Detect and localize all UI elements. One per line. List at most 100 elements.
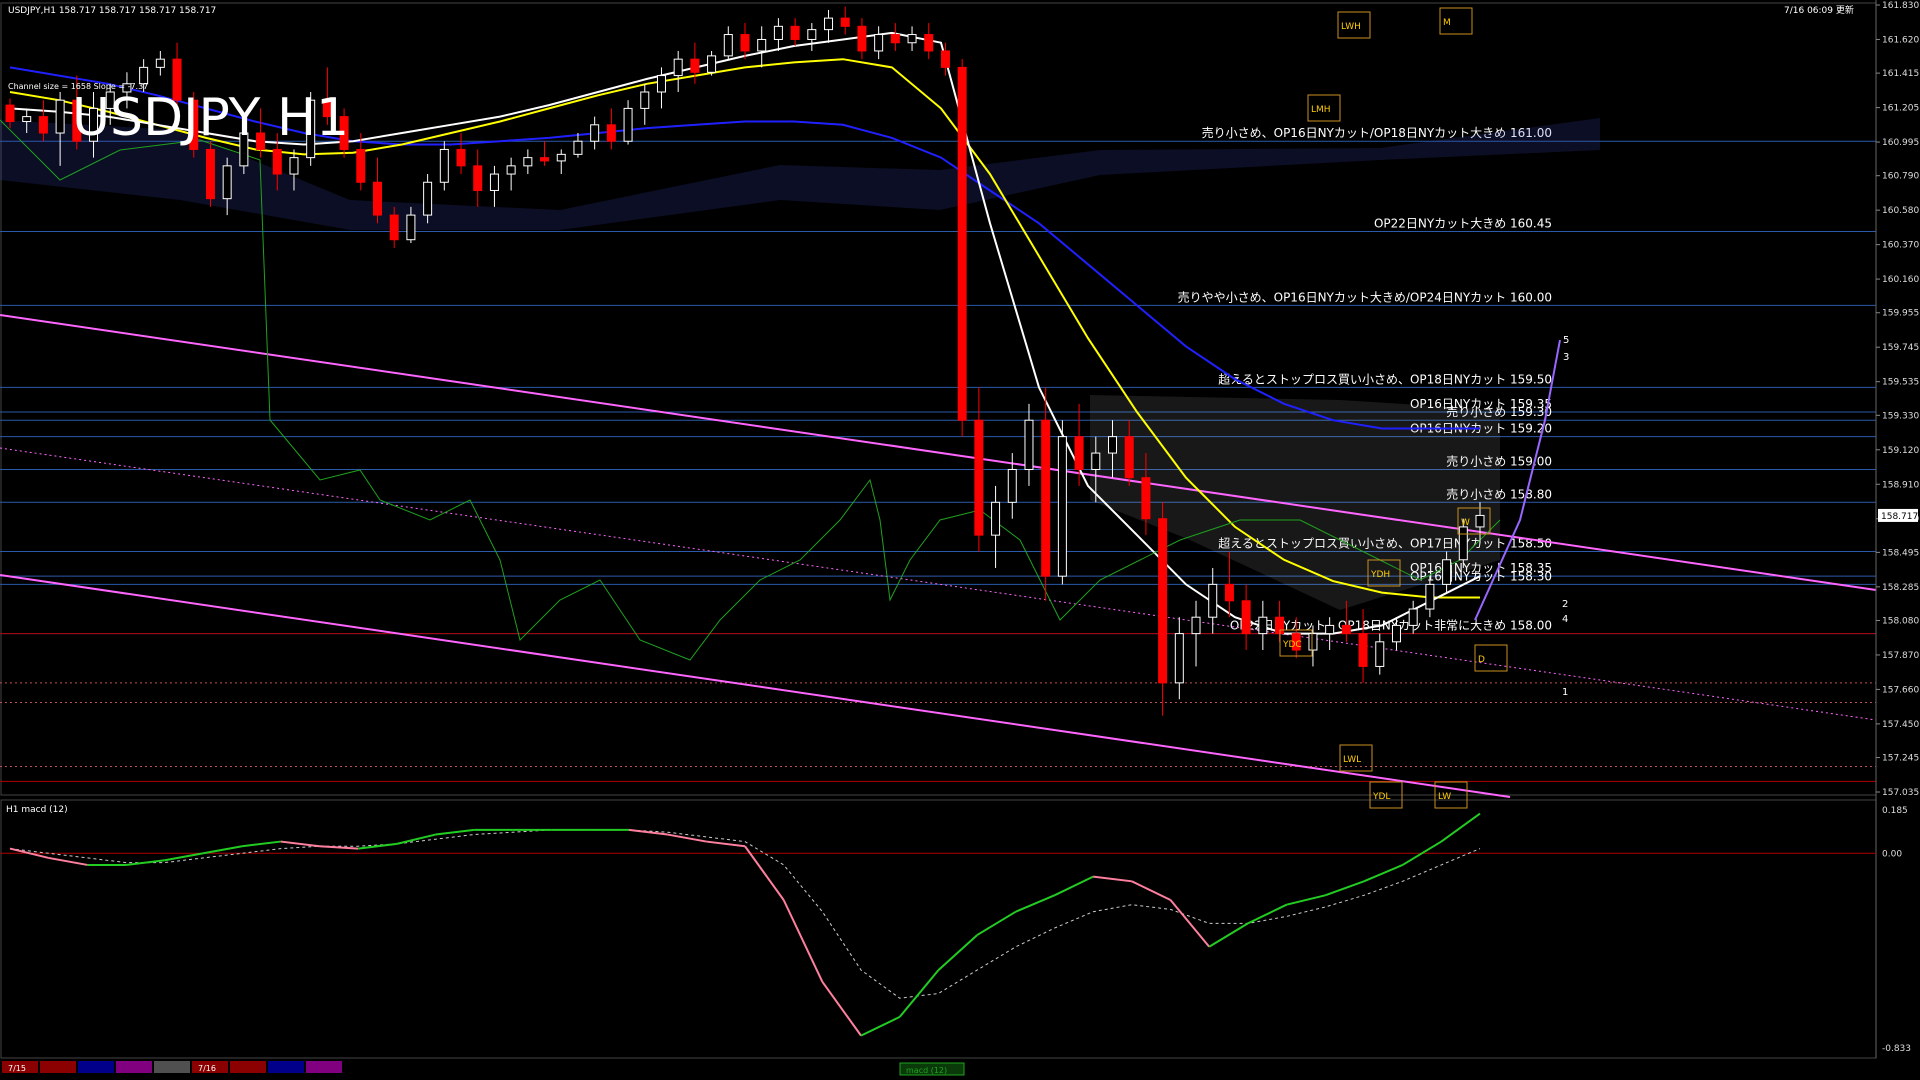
candle-body[interactable] (1174, 633, 1184, 684)
candle-body[interactable] (640, 91, 650, 109)
candle-body[interactable] (38, 116, 48, 134)
candle-body[interactable] (874, 34, 884, 52)
update-timestamp: 7/16 06:09 更新 (1784, 4, 1854, 16)
candle-body[interactable] (623, 107, 633, 142)
candle-body[interactable] (740, 34, 750, 52)
candle-body[interactable] (155, 58, 165, 68)
axis-tick-label: 159.535 (1882, 378, 1919, 388)
candle-body[interactable] (1108, 436, 1117, 454)
candle-body[interactable] (55, 99, 65, 134)
candle-body[interactable] (1141, 477, 1151, 520)
axis-tick-label: 161.415 (1882, 69, 1919, 79)
candle-body[interactable] (22, 116, 32, 123)
axis-tick-label: 157.450 (1882, 720, 1919, 730)
candle-body[interactable] (974, 419, 984, 536)
axis-tick-label: 158.080 (1882, 616, 1919, 626)
wave-label: 1 (1562, 687, 1568, 698)
candle-body[interactable] (1124, 436, 1134, 479)
wave-label: 2 (1562, 599, 1568, 610)
candle-body[interactable] (1325, 624, 1335, 635)
candle-body[interactable] (289, 157, 299, 175)
candle-body[interactable] (1375, 641, 1385, 667)
candle-body[interactable] (1091, 452, 1101, 470)
level-label: OP22日NYカット大きめ 160.45 (1374, 216, 1552, 230)
candle-body[interactable] (406, 214, 416, 241)
candle-body[interactable] (523, 157, 533, 167)
candle-body[interactable] (373, 181, 382, 216)
axis-tick-label: 161.830 (1882, 1, 1919, 11)
session-strip (78, 1061, 114, 1073)
candle-body[interactable] (1241, 600, 1251, 635)
candle-body[interactable] (1074, 436, 1084, 470)
level-label: 売りやや小さめ、OP16日NYカット大きめ/OP24日NYカット 160.00 (1178, 289, 1552, 304)
candle-body[interactable] (907, 34, 917, 44)
chart-root[interactable]: 売り小さめ、OP16日NYカット/OP18日NYカット大きめ 161.00OP2… (0, 0, 1920, 1080)
candle-body[interactable] (590, 124, 600, 142)
candle-body[interactable] (5, 104, 15, 123)
candle-body[interactable] (807, 29, 817, 40)
candle-body[interactable] (473, 165, 483, 191)
candle-body[interactable] (840, 17, 850, 27)
candle-body[interactable] (924, 34, 934, 52)
candle-body[interactable] (1391, 624, 1401, 643)
candle-body[interactable] (790, 25, 800, 40)
candle-body[interactable] (1224, 583, 1234, 602)
candle-body[interactable] (1408, 608, 1418, 626)
candle-body[interactable] (205, 148, 215, 200)
axis-tick-label: 160.160 (1882, 275, 1919, 285)
macd-label: H1 macd (12) (6, 805, 68, 815)
candle-body[interactable] (723, 34, 733, 57)
candle-body[interactable] (222, 165, 232, 200)
candle-body[interactable] (1007, 468, 1017, 503)
candle-body[interactable] (1308, 633, 1318, 651)
macd-tick-label: 0.185 (1882, 806, 1908, 816)
candle-body[interactable] (690, 58, 700, 73)
candle-body[interactable] (456, 148, 466, 167)
candle-body[interactable] (606, 124, 616, 142)
candle-body[interactable] (439, 148, 449, 183)
candle-body[interactable] (1057, 436, 1067, 577)
axis-tick-label: 159.745 (1882, 343, 1919, 353)
candle-body[interactable] (573, 140, 583, 155)
candle-body[interactable] (1041, 419, 1051, 577)
candle-body[interactable] (1341, 624, 1351, 635)
candle-body[interactable] (673, 58, 683, 77)
candle-body[interactable] (991, 501, 1001, 536)
candle-body[interactable] (656, 75, 666, 93)
axis-tick-label: 157.660 (1882, 685, 1919, 695)
candle-body[interactable] (506, 165, 516, 175)
axis-tick-label: 159.330 (1882, 411, 1919, 421)
candle-body[interactable] (890, 34, 900, 44)
axis-tick-label: 159.120 (1882, 446, 1919, 456)
candle-body[interactable] (707, 55, 717, 73)
candle-body[interactable] (857, 25, 867, 52)
candle-body[interactable] (540, 157, 550, 162)
candle-body[interactable] (389, 214, 399, 241)
candle-body[interactable] (1158, 518, 1168, 684)
candle-body[interactable] (1258, 616, 1268, 635)
candle-body[interactable] (1208, 583, 1218, 618)
candle-body[interactable] (757, 38, 767, 52)
session-strip (268, 1061, 304, 1073)
candle-body[interactable] (489, 173, 499, 191)
axis-tick-label: 161.620 (1882, 35, 1919, 45)
candle-body[interactable] (940, 50, 950, 68)
candle-body[interactable] (773, 25, 783, 40)
candle-body[interactable] (824, 17, 834, 31)
candle-body[interactable] (1442, 559, 1452, 585)
candle-body[interactable] (1425, 583, 1435, 610)
candle-body[interactable] (1358, 633, 1368, 667)
session-strip (306, 1061, 342, 1073)
candle-body[interactable] (1024, 419, 1034, 470)
candle-body[interactable] (423, 181, 433, 216)
candle-body[interactable] (1458, 526, 1468, 561)
candle-body[interactable] (272, 148, 282, 175)
big-title: USDJPY H1 (72, 88, 349, 148)
axis-tick-label: 158.495 (1882, 548, 1919, 558)
candle-body[interactable] (1191, 616, 1201, 635)
session-strip (116, 1061, 152, 1073)
candle-body[interactable] (1475, 514, 1485, 528)
candle-body[interactable] (957, 66, 967, 421)
candle-body[interactable] (556, 153, 566, 162)
candle-body[interactable] (356, 148, 366, 183)
